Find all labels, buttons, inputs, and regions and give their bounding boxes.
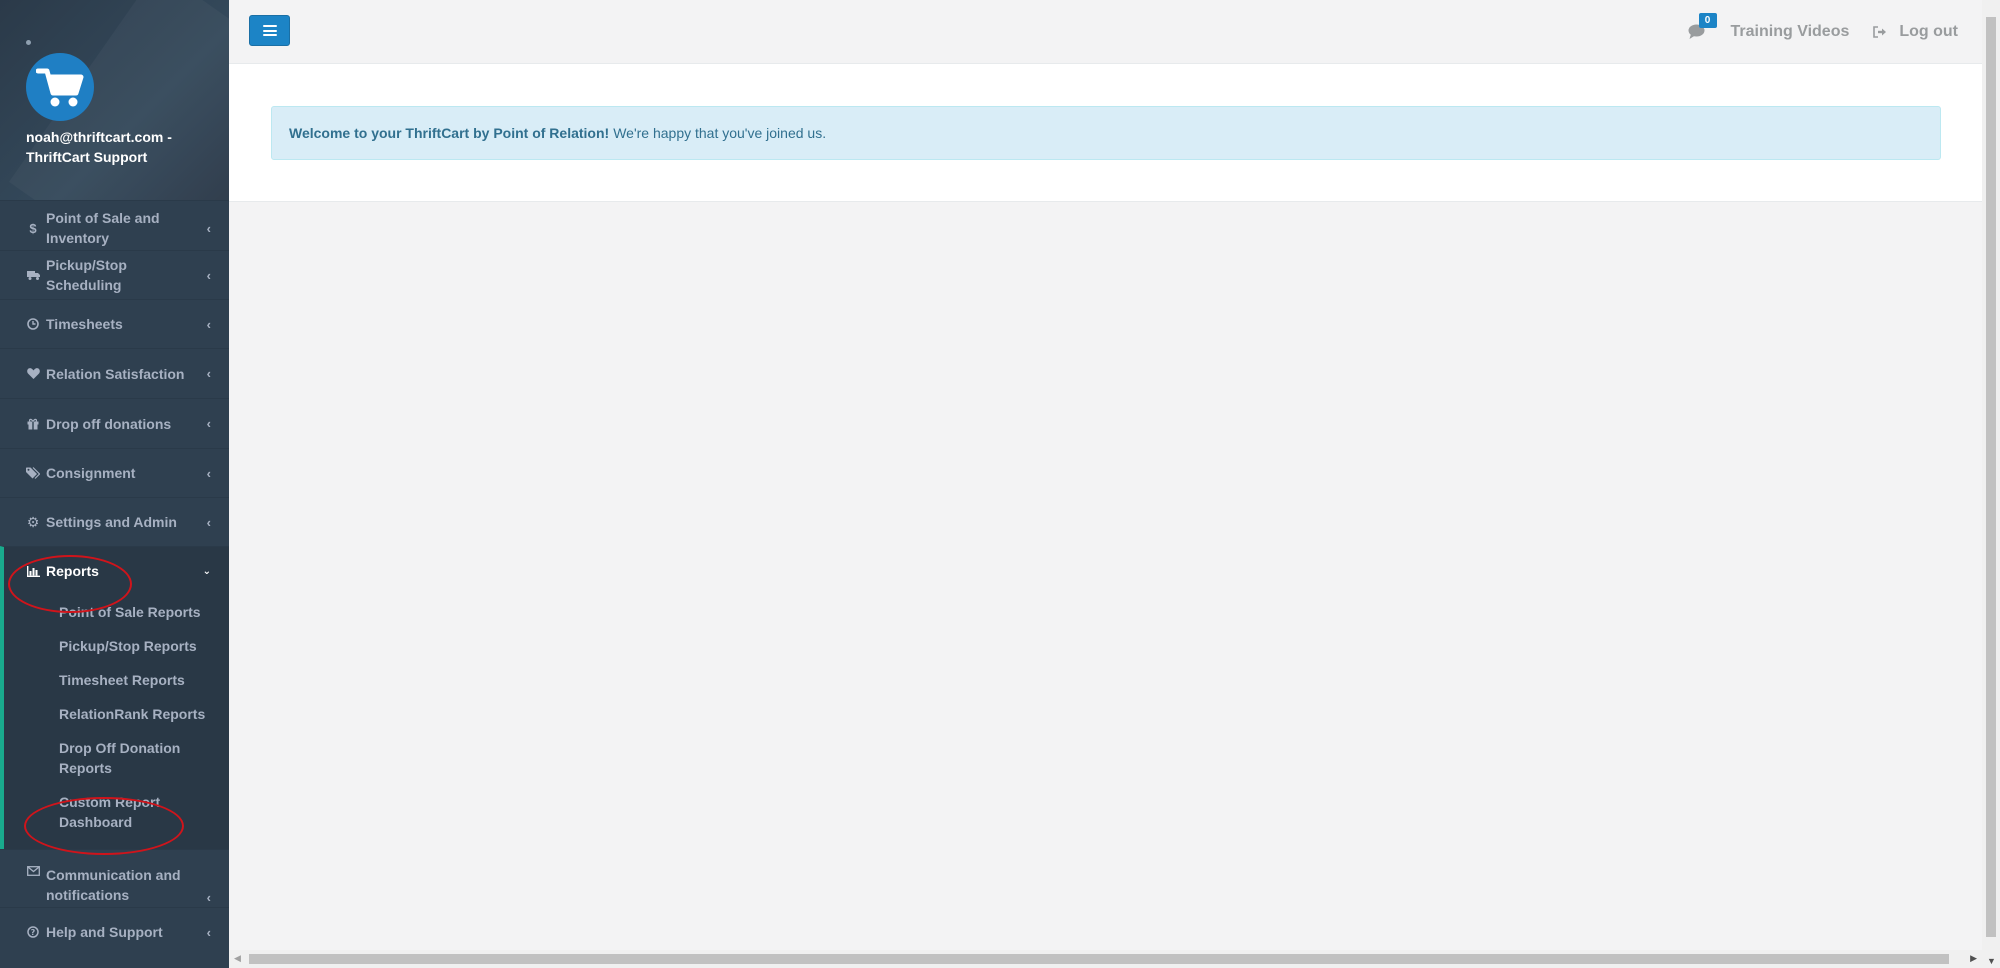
avatar[interactable]	[26, 53, 94, 121]
sidebar: noah@thriftcart.com - ThriftCart Support…	[0, 0, 229, 968]
chevron-left-icon: ‹	[206, 890, 211, 905]
heart-icon	[26, 368, 40, 379]
clock-icon	[26, 318, 40, 330]
sidebar-item-point-of-sale[interactable]: $ Point of Sale and Inventory ‹	[0, 200, 229, 250]
sidebar-item-label: Drop off donations	[46, 415, 172, 432]
chevron-left-icon: ‹	[206, 220, 211, 236]
welcome-alert-text: We're happy that you've joined us.	[613, 125, 827, 141]
main-content: Welcome to your ThriftCart by Point of R…	[229, 64, 1982, 202]
question-circle-icon: ?	[26, 926, 40, 938]
profile-header: noah@thriftcart.com - ThriftCart Support	[0, 0, 229, 200]
chevron-left-icon: ‹	[206, 316, 211, 332]
sidebar-item-label: Timesheets	[46, 316, 123, 332]
sidebar-toggle-button[interactable]	[249, 15, 290, 46]
submenu-item-pickup-reports[interactable]: Pickup/Stop Reports	[4, 629, 229, 663]
sidebar-item-consignment[interactable]: Consignment ‹	[0, 448, 229, 497]
messages-count-badge: 0	[1698, 12, 1717, 28]
vertical-scrollbar-thumb[interactable]	[1986, 17, 1996, 937]
sign-out-icon	[1873, 25, 1887, 38]
sidebar-item-label: Help and Support	[46, 924, 163, 940]
chevron-left-icon: ‹	[206, 366, 211, 381]
sidebar-item-pickup-scheduling[interactable]: Pickup/Stop Scheduling ‹	[0, 250, 229, 299]
welcome-alert: Welcome to your ThriftCart by Point of R…	[271, 106, 1941, 160]
shopping-cart-icon	[36, 68, 84, 107]
welcome-alert-strong: Welcome to your ThriftCart by Point of R…	[289, 125, 610, 141]
top-right-links: 0 Training Videos Log out	[1685, 0, 1982, 63]
chevron-left-icon: ‹	[206, 924, 211, 940]
sidebar-item-drop-off-donations[interactable]: Drop off donations ‹	[0, 398, 229, 448]
truck-icon	[26, 270, 40, 280]
reports-submenu: Point of Sale Reports Pickup/Stop Report…	[0, 595, 229, 849]
submenu-item-relationrank-reports[interactable]: RelationRank Reports	[4, 697, 229, 731]
sidebar-item-reports[interactable]: Reports ⌄	[0, 546, 229, 595]
sidebar-item-relation-satisfaction[interactable]: Relation Satisfaction ‹	[0, 348, 229, 398]
scroll-down-arrow-icon[interactable]: ▼	[1987, 956, 1996, 966]
chevron-left-icon: ‹	[206, 465, 211, 481]
chevron-down-icon: ⌄	[202, 565, 211, 577]
envelope-icon	[26, 866, 40, 876]
profile-username[interactable]: noah@thriftcart.com - ThriftCart Support	[26, 127, 226, 167]
top-navbar: 0 Training Videos Log out	[229, 0, 1982, 64]
hamburger-icon	[262, 25, 277, 36]
submenu-item-custom-report-dashboard[interactable]: Custom Report Dashboard	[4, 785, 207, 839]
sidebar-item-help-support[interactable]: ? Help and Support ‹	[0, 907, 229, 956]
gift-icon	[26, 418, 40, 430]
reports-submenu-wrapper: Point of Sale Reports Pickup/Stop Report…	[0, 595, 229, 849]
sidebar-item-label: Communication and notifications	[46, 866, 181, 903]
chevron-left-icon: ‹	[206, 514, 211, 530]
scroll-right-arrow-icon[interactable]: ▶	[1970, 953, 1977, 964]
gear-icon: ⚙	[26, 513, 40, 530]
sidebar-item-label: Point of Sale and Inventory	[46, 210, 160, 246]
sidebar-item-settings-admin[interactable]: ⚙ Settings and Admin ‹	[0, 497, 229, 546]
logout-label: Log out	[1899, 22, 1958, 40]
sidebar-item-label: Relation Satisfaction	[46, 365, 185, 382]
sidebar-item-label: Consignment	[46, 465, 136, 481]
dollar-icon: $	[29, 220, 37, 236]
vertical-scrollbar[interactable]: ▼	[1982, 0, 2000, 968]
sidebar-item-timesheets[interactable]: Timesheets ‹	[0, 299, 229, 348]
chevron-left-icon: ‹	[206, 416, 211, 431]
tags-icon	[26, 467, 40, 479]
submenu-item-drop-off-donation-reports[interactable]: Drop Off Donation Reports	[4, 731, 207, 785]
submenu-item-timesheet-reports[interactable]: Timesheet Reports	[4, 663, 229, 697]
sidebar-item-label: Reports	[46, 563, 99, 579]
svg-text:?: ?	[31, 928, 36, 937]
bar-chart-icon	[26, 565, 40, 577]
profile-dot	[26, 40, 31, 45]
side-menu: $ Point of Sale and Inventory ‹ Pickup/S…	[0, 200, 229, 956]
scroll-left-arrow-icon[interactable]: ◀	[234, 953, 241, 964]
horizontal-scrollbar-thumb[interactable]	[249, 954, 1949, 964]
submenu-item-pos-reports[interactable]: Point of Sale Reports	[4, 595, 229, 629]
sidebar-item-label: Pickup/Stop Scheduling	[46, 257, 127, 293]
chevron-left-icon: ‹	[206, 267, 211, 283]
logout-link[interactable]: Log out	[1873, 23, 1958, 41]
horizontal-scrollbar[interactable]: ◀ ▶	[229, 950, 1982, 968]
training-videos-link[interactable]: Training Videos	[1731, 23, 1850, 41]
messages-button[interactable]: 0	[1685, 12, 1717, 44]
sidebar-item-label: Settings and Admin	[46, 514, 177, 530]
sidebar-item-communication[interactable]: Communication and notifications ‹	[0, 849, 229, 907]
